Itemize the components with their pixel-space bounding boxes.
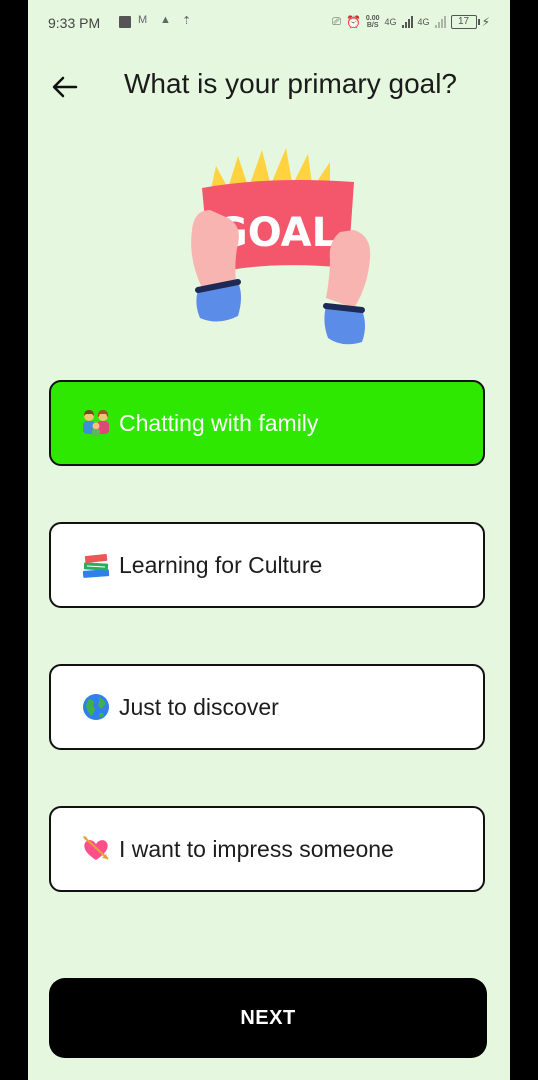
option-label: Just to discover	[119, 693, 279, 720]
option-just-to-discover[interactable]: Just to discover	[49, 664, 485, 750]
heart-with-arrow-icon	[81, 834, 111, 864]
notification-icon	[119, 16, 131, 28]
cast-icon: ⎚	[332, 15, 341, 28]
next-button[interactable]: NEXT	[49, 978, 487, 1058]
app-screen: 9:33 PM M ▲ ⇡ ⎚ ⏰ 0.00 B/S 4G 4G 17 ⚡ Wh…	[28, 0, 510, 1080]
status-bar: 9:33 PM M ▲ ⇡ ⎚ ⏰ 0.00 B/S 4G 4G 17 ⚡	[28, 0, 510, 46]
goal-illustration: GOAL	[158, 148, 380, 348]
globe-icon	[81, 692, 111, 722]
option-chatting-with-family[interactable]: Chatting with family	[49, 380, 485, 466]
alarm-icon: ⏰	[345, 15, 361, 29]
charging-icon: ⚡	[481, 15, 490, 29]
status-time: 9:33 PM	[48, 15, 101, 31]
option-label: Learning for Culture	[119, 551, 323, 578]
net-speed-unit: B/S	[366, 22, 379, 29]
option-label: I want to impress someone	[119, 835, 394, 862]
status-right: ⎚ ⏰ 0.00 B/S 4G 4G 17 ⚡	[332, 12, 490, 32]
signal-icon-1	[401, 16, 413, 28]
net-speed-value: 0.00	[365, 15, 380, 22]
photo-icon: ▲	[160, 14, 171, 26]
option-label: Chatting with family	[119, 409, 319, 436]
option-impress-someone[interactable]: I want to impress someone	[49, 806, 485, 892]
battery-icon: 17	[450, 15, 480, 29]
back-button[interactable]	[46, 68, 84, 106]
option-learning-for-culture[interactable]: Learning for Culture	[49, 522, 485, 608]
gmail-icon: M	[138, 14, 148, 26]
battery-level: 17	[458, 16, 470, 27]
family-icon	[81, 408, 111, 438]
net-speed: 0.00 B/S	[366, 15, 380, 29]
page-title: What is your primary goal?	[124, 68, 458, 99]
network-type-2: 4G	[417, 17, 430, 27]
upload-icon: ⇡	[182, 15, 192, 27]
books-icon	[81, 550, 111, 580]
network-type-1: 4G	[384, 17, 397, 27]
arrow-left-icon	[52, 76, 78, 98]
signal-icon-2	[434, 16, 446, 28]
